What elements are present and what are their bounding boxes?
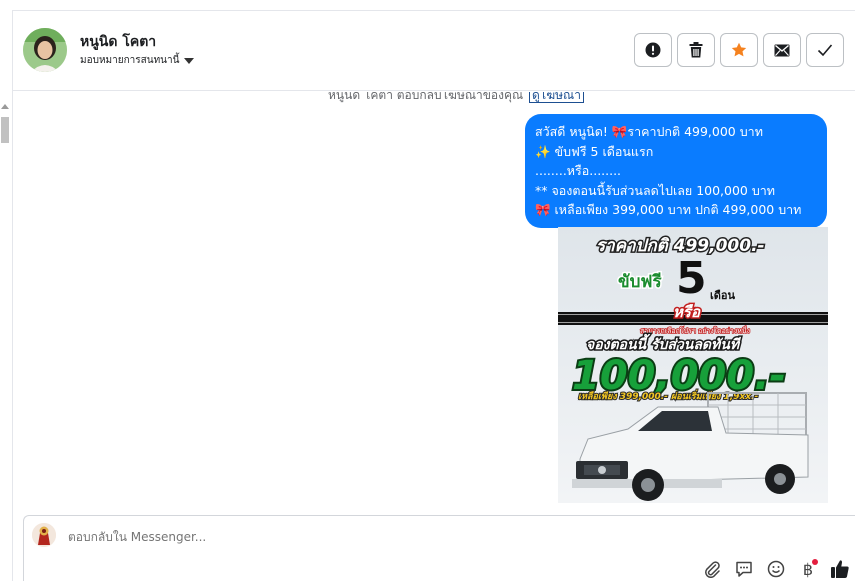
mark-spam-button[interactable] (634, 33, 672, 67)
payment-button[interactable]: ฿ (797, 558, 819, 580)
header-actions (634, 33, 844, 67)
message-line: ** จองตอนนี้รับส่วนลดไปเลย 100,000 บาท (535, 182, 776, 198)
promo-or-text: หรือ (673, 303, 701, 321)
composer-tools: ฿ (701, 558, 851, 580)
promo-drive-free-text: ขับฟรี (618, 271, 662, 292)
message-input[interactable] (68, 530, 568, 544)
view-ad-link[interactable]: ดูโฆษณา (529, 92, 584, 103)
chat-bubble-icon (736, 561, 752, 577)
star-button[interactable] (720, 33, 758, 67)
messenger-conversation: หนูนิด โคตา มอบหมายการสนทนานี้ หนูนิด โค… (0, 0, 855, 581)
promo-image[interactable]: ราคาปกติ 499,000.- ขับฟรี 5 เดือน หรือ ส… (558, 227, 828, 503)
delete-button[interactable] (677, 33, 715, 67)
message-line: ........หรือ........ (535, 163, 622, 178)
smiley-icon (767, 560, 785, 578)
saved-replies-button[interactable] (733, 558, 755, 580)
message-line: ✨ ขับฟรี 5 เดือนแรก (535, 143, 654, 159)
contact-avatar[interactable] (23, 28, 67, 72)
attach-button[interactable] (701, 558, 723, 580)
mark-unread-button[interactable] (763, 33, 801, 67)
notification-dot (812, 559, 818, 565)
promo-five-text: 5 (676, 253, 707, 304)
checkmark-icon (817, 44, 833, 57)
envelope-icon (774, 44, 790, 56)
emoji-button[interactable] (765, 558, 787, 580)
caret-down-icon (184, 57, 195, 64)
ad-reply-note: หนูนิด โคตา ตอบกลับโฆษณาของคุณ ดูโฆษณา (328, 92, 584, 105)
assign-conversation-dropdown[interactable]: มอบหมายการสนทนานี้ (80, 53, 195, 68)
message-line: 🎀 เหลือเพียง 399,000 บาท ปกติ 499,000 บา… (535, 202, 802, 217)
page-avatar (32, 523, 56, 547)
message-thread: หนูนิด โคตา ตอบกลับโฆษณาของคุณ ดูโฆษณา ส… (13, 92, 855, 512)
like-button[interactable] (829, 558, 851, 580)
reply-composer: ฿ (23, 515, 855, 581)
outgoing-message-bubble[interactable]: สวัสดี หนูนิด! 🎀ราคาปกติ 499,000 บาท ✨ ข… (525, 114, 827, 228)
message-line: สวัสดี หนูนิด! 🎀ราคาปกติ 499,000 บาท (535, 124, 763, 139)
contact-name[interactable]: หนูนิด โคตา (80, 31, 156, 53)
promo-choose-text: สามารถเลือกโปรฯ อย่างใดอย่างหนึ่ง (640, 326, 750, 335)
scroll-up-arrow-icon[interactable] (1, 104, 9, 109)
thumbs-up-icon (831, 560, 849, 578)
conversation-header: หนูนิด โคตา มอบหมายการสนทนานี้ (13, 11, 855, 91)
promo-month-text: เดือน (710, 289, 736, 302)
assign-label: มอบหมายการสนทนานี้ (80, 55, 180, 66)
done-button[interactable] (806, 33, 844, 67)
ad-reply-text: หนูนิด โคตา ตอบกลับโฆษณาของคุณ (328, 92, 524, 102)
trash-icon (689, 42, 703, 58)
scrollbar-thumb[interactable] (1, 117, 9, 143)
paperclip-icon (705, 561, 720, 578)
star-icon (731, 42, 747, 57)
exclamation-circle-icon (645, 42, 661, 58)
